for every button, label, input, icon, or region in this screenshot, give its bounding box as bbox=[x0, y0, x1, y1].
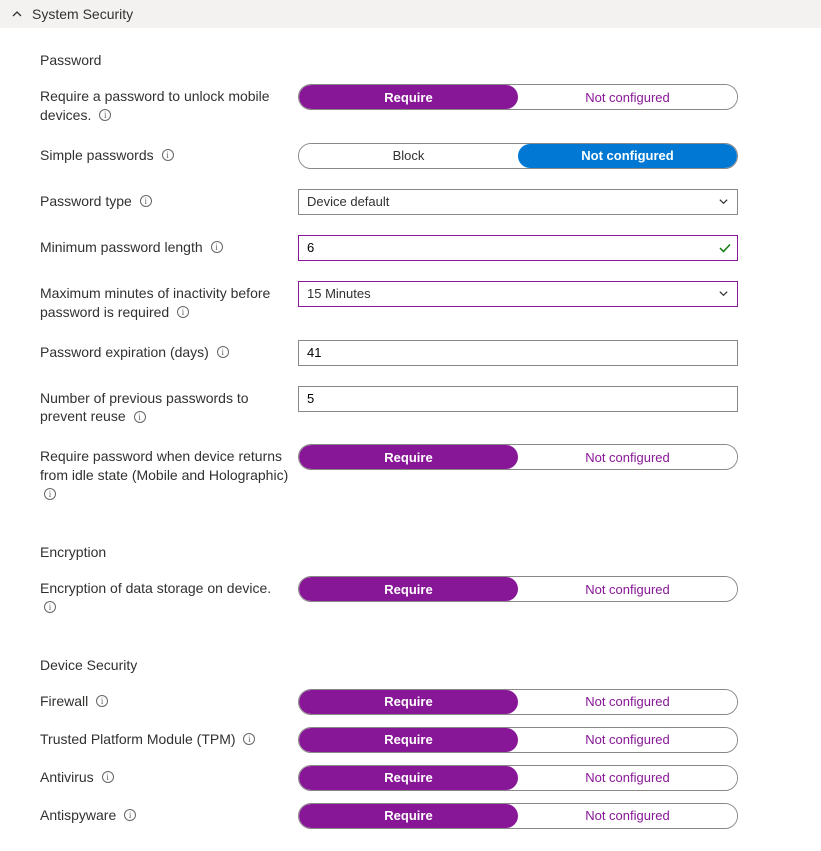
chevron-down-icon bbox=[717, 288, 729, 300]
row-encryption-storage: Encryption of data storage on device. Re… bbox=[40, 576, 781, 617]
toggle-antispyware[interactable]: Require Not configured bbox=[298, 803, 738, 829]
section-title-password: Password bbox=[40, 52, 781, 68]
label-require-unlock: Require a password to unlock mobile devi… bbox=[40, 84, 298, 125]
toggle-option-not-configured[interactable]: Not configured bbox=[518, 85, 737, 109]
collapse-chevron-icon[interactable] bbox=[10, 7, 24, 21]
section-encryption: Encryption Encryption of data storage on… bbox=[40, 544, 781, 617]
panel-title: System Security bbox=[32, 6, 133, 22]
info-icon[interactable] bbox=[162, 149, 174, 161]
toggle-encryption-storage[interactable]: Require Not configured bbox=[298, 576, 738, 602]
toggle-option-not-configured[interactable]: Not configured bbox=[518, 577, 737, 601]
label-tpm: Trusted Platform Module (TPM) bbox=[40, 727, 298, 749]
input-expiration[interactable] bbox=[298, 340, 738, 366]
label-simple-passwords: Simple passwords bbox=[40, 143, 298, 165]
info-icon[interactable] bbox=[177, 306, 189, 318]
label-antivirus: Antivirus bbox=[40, 765, 298, 787]
row-expiration: Password expiration (days) bbox=[40, 340, 781, 368]
section-title-device-security: Device Security bbox=[40, 657, 781, 673]
select-max-inactivity[interactable]: 15 Minutes bbox=[298, 281, 738, 307]
info-icon[interactable] bbox=[217, 346, 229, 358]
toggle-option-not-configured[interactable]: Not configured bbox=[518, 690, 737, 714]
panel-body: Password Require a password to unlock mo… bbox=[0, 28, 821, 851]
info-icon[interactable] bbox=[140, 195, 152, 207]
row-tpm: Trusted Platform Module (TPM) Require No… bbox=[40, 727, 781, 755]
toggle-option-require[interactable]: Require bbox=[299, 690, 518, 714]
row-max-inactivity: Maximum minutes of inactivity before pas… bbox=[40, 281, 781, 322]
label-history: Number of previous passwords to prevent … bbox=[40, 386, 298, 427]
label-max-inactivity: Maximum minutes of inactivity before pas… bbox=[40, 281, 298, 322]
select-password-type[interactable]: Device default bbox=[298, 189, 738, 215]
label-min-length: Minimum password length bbox=[40, 235, 298, 257]
toggle-option-require[interactable]: Require bbox=[299, 445, 518, 469]
toggle-require-unlock[interactable]: Require Not configured bbox=[298, 84, 738, 110]
toggle-antivirus[interactable]: Require Not configured bbox=[298, 765, 738, 791]
row-firewall: Firewall Require Not configured bbox=[40, 689, 781, 717]
toggle-option-require[interactable]: Require bbox=[299, 577, 518, 601]
label-password-type: Password type bbox=[40, 189, 298, 211]
toggle-firewall[interactable]: Require Not configured bbox=[298, 689, 738, 715]
section-password: Password Require a password to unlock mo… bbox=[40, 52, 781, 504]
toggle-option-not-configured[interactable]: Not configured bbox=[518, 445, 737, 469]
label-idle-return: Require password when device returns fro… bbox=[40, 444, 298, 504]
toggle-tpm[interactable]: Require Not configured bbox=[298, 727, 738, 753]
toggle-option-require[interactable]: Require bbox=[299, 85, 518, 109]
info-icon[interactable] bbox=[44, 488, 56, 500]
label-firewall: Firewall bbox=[40, 689, 298, 711]
section-title-encryption: Encryption bbox=[40, 544, 781, 560]
toggle-option-not-configured[interactable]: Not configured bbox=[518, 804, 737, 828]
input-history[interactable] bbox=[298, 386, 738, 412]
label-antispyware: Antispyware bbox=[40, 803, 298, 825]
toggle-option-not-configured[interactable]: Not configured bbox=[518, 144, 737, 168]
info-icon[interactable] bbox=[44, 601, 56, 613]
label-expiration: Password expiration (days) bbox=[40, 340, 298, 362]
toggle-simple-passwords[interactable]: Block Not configured bbox=[298, 143, 738, 169]
section-device-security: Device Security Firewall Require Not con… bbox=[40, 657, 781, 831]
info-icon[interactable] bbox=[99, 109, 111, 121]
toggle-option-require[interactable]: Require bbox=[299, 766, 518, 790]
info-icon[interactable] bbox=[211, 241, 223, 253]
toggle-option-not-configured[interactable]: Not configured bbox=[518, 728, 737, 752]
check-icon bbox=[718, 241, 732, 255]
row-password-type: Password type Device default bbox=[40, 189, 781, 217]
row-antispyware: Antispyware Require Not configured bbox=[40, 803, 781, 831]
info-icon[interactable] bbox=[134, 411, 146, 423]
row-antivirus: Antivirus Require Not configured bbox=[40, 765, 781, 793]
info-icon[interactable] bbox=[124, 809, 136, 821]
row-history: Number of previous passwords to prevent … bbox=[40, 386, 781, 427]
row-idle-return: Require password when device returns fro… bbox=[40, 444, 781, 504]
panel-header: System Security bbox=[0, 0, 821, 28]
chevron-down-icon bbox=[717, 196, 729, 208]
toggle-option-require[interactable]: Require bbox=[299, 728, 518, 752]
info-icon[interactable] bbox=[243, 733, 255, 745]
info-icon[interactable] bbox=[102, 771, 114, 783]
toggle-option-require[interactable]: Require bbox=[299, 804, 518, 828]
row-min-length: Minimum password length bbox=[40, 235, 781, 263]
toggle-option-block[interactable]: Block bbox=[299, 144, 518, 168]
toggle-idle-return[interactable]: Require Not configured bbox=[298, 444, 738, 470]
row-simple-passwords: Simple passwords Block Not configured bbox=[40, 143, 781, 171]
info-icon[interactable] bbox=[96, 695, 108, 707]
input-min-length[interactable] bbox=[298, 235, 738, 261]
row-require-unlock: Require a password to unlock mobile devi… bbox=[40, 84, 781, 125]
toggle-option-not-configured[interactable]: Not configured bbox=[518, 766, 737, 790]
label-encryption-storage: Encryption of data storage on device. bbox=[40, 576, 298, 617]
